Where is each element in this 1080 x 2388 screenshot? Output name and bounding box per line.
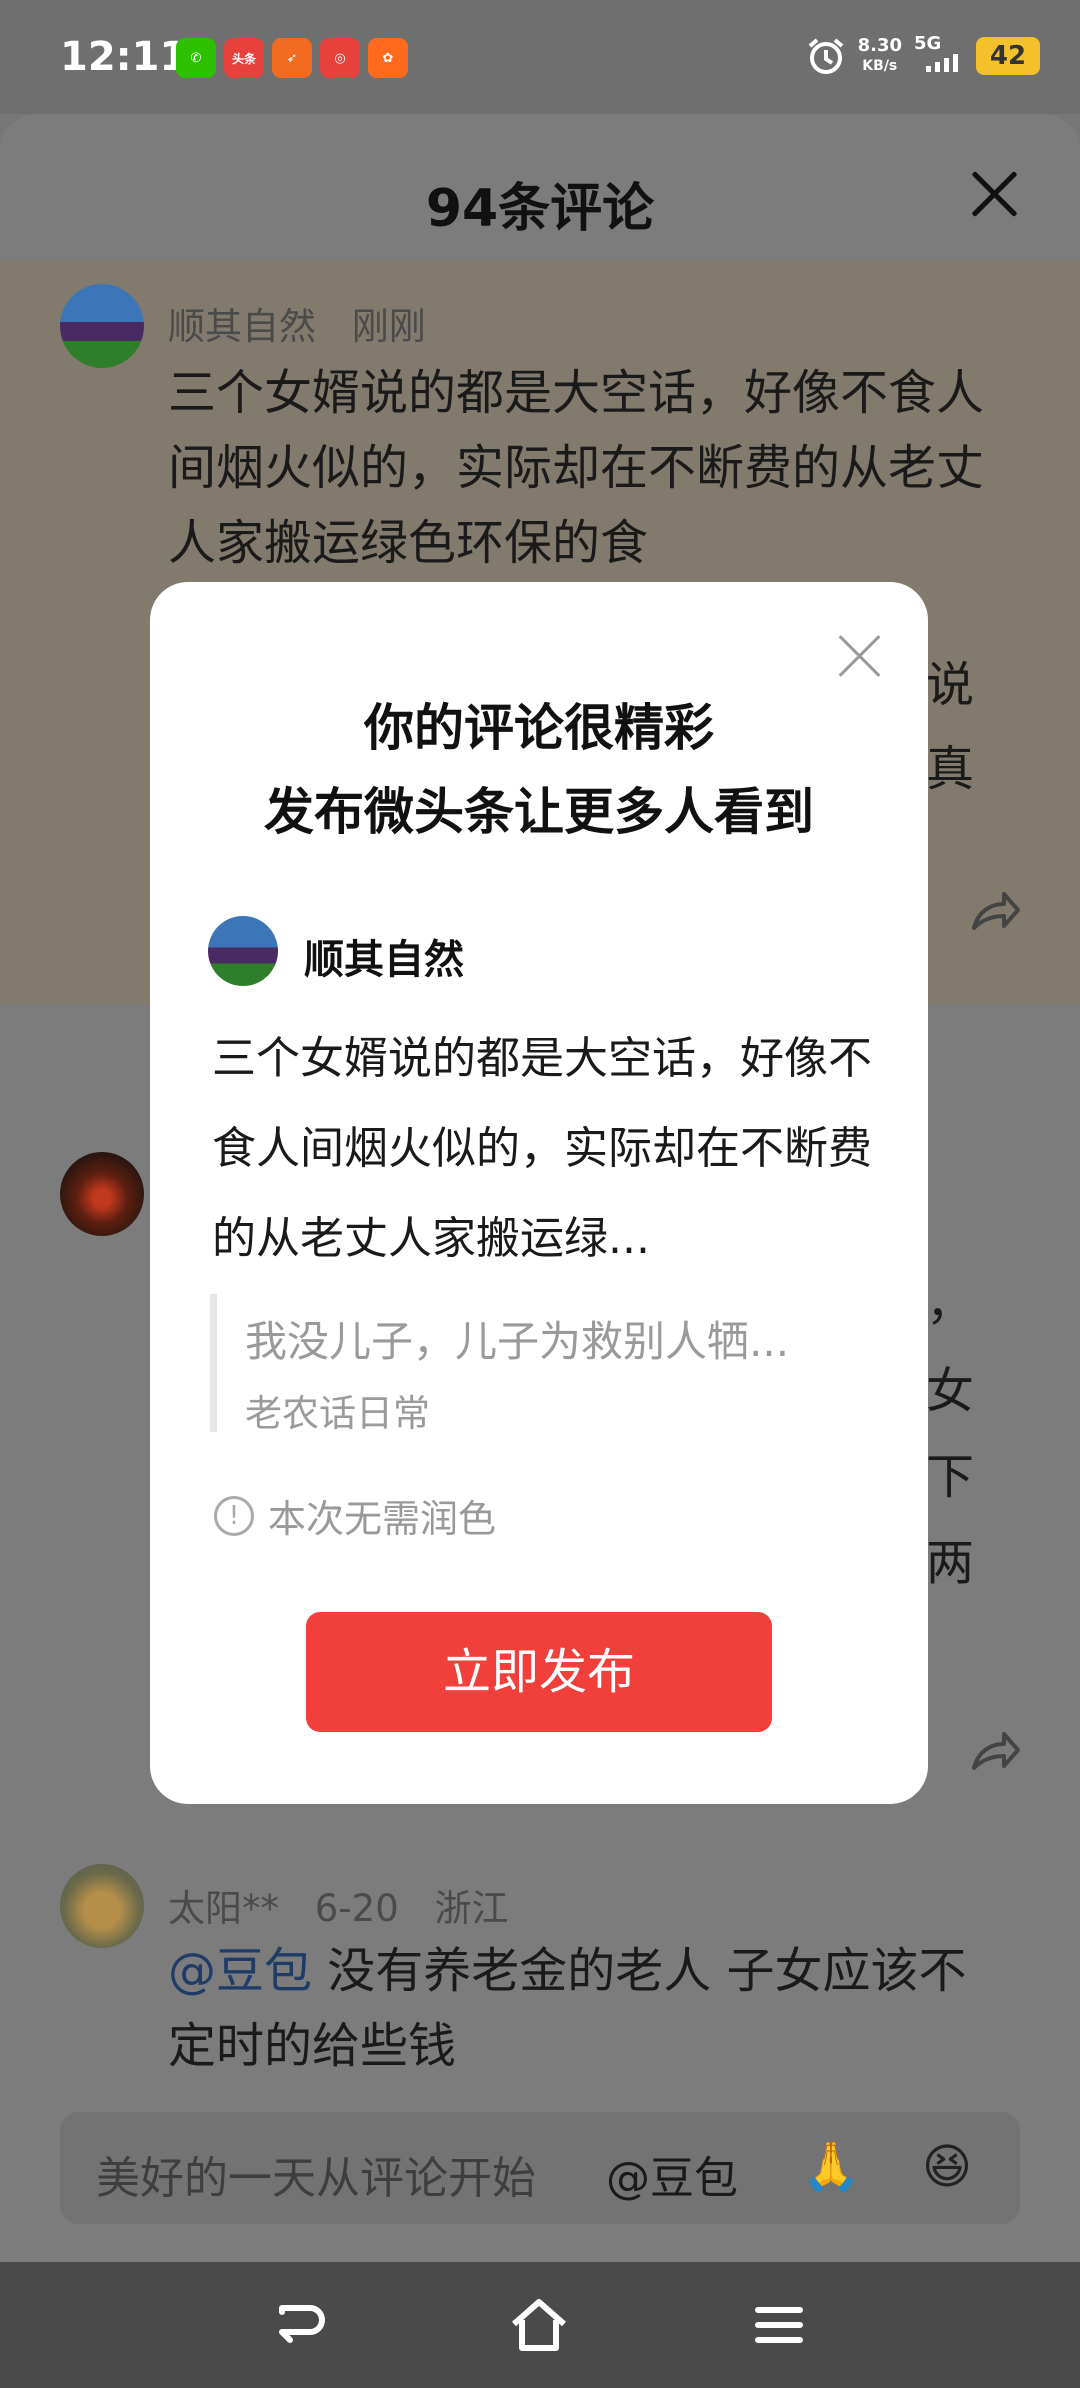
comment-text-fragment: ， bbox=[926, 1275, 975, 1331]
avatar[interactable] bbox=[60, 1152, 144, 1236]
comment-text-fragment: 真 bbox=[926, 741, 975, 797]
alarm-icon bbox=[808, 37, 843, 74]
red-app-icon: ◎ bbox=[320, 38, 360, 78]
laugh-emoji-button[interactable]: 😆 bbox=[916, 2136, 978, 2198]
back-icon[interactable] bbox=[268, 2294, 330, 2356]
dialog-title: 你的评论很精彩 bbox=[364, 699, 714, 757]
signal-indicator: 5G bbox=[914, 34, 964, 77]
dialog-subtitle: 发布微头条让更多人看到 bbox=[264, 783, 814, 841]
comment-input-placeholder: 美好的一天从评论开始 bbox=[96, 2153, 536, 2204]
share-icon[interactable] bbox=[968, 1722, 1022, 1776]
comment-meta: 太阳** 6-20 浙江 bbox=[168, 1878, 533, 1932]
comment-location: 浙江 bbox=[434, 1887, 509, 1930]
quoted-article-title: 我没儿子，儿子为救别人牺... bbox=[245, 1317, 790, 1366]
comment-text: @豆包 没有养老金的老人 子女应该不定时的给些钱 bbox=[168, 1943, 967, 2074]
comment-text-fragment: 女 bbox=[926, 1363, 975, 1419]
comment-text-fragment: 两 bbox=[926, 1535, 975, 1591]
status-bar: 12:11 ✆ 头条 ➶ ◎ ✿ 8.30 KB/s 5G 42 bbox=[0, 0, 1080, 114]
toutiao-icon: 头条 bbox=[224, 38, 264, 78]
avatar bbox=[208, 916, 278, 986]
dialog-username: 顺其自然 bbox=[304, 937, 464, 983]
comment-item[interactable]: 太阳** 6-20 浙江 @豆包 没有养老金的老人 子女应该不定时的给些钱 bbox=[0, 1854, 1080, 2154]
close-icon[interactable] bbox=[968, 168, 1020, 220]
battery-indicator: 42 bbox=[976, 36, 1040, 75]
dialog-comment-text: 三个女婿说的都是大空话，好像不食人间烟火似的，实际却在不断费的从老丈人家搬运绿.… bbox=[212, 1033, 872, 1264]
status-time: 12:11 bbox=[60, 34, 188, 80]
signal-bars-icon bbox=[926, 54, 958, 72]
wechat-icon: ✆ bbox=[176, 38, 216, 78]
home-icon[interactable] bbox=[508, 2294, 570, 2356]
orange-app-icon: ✿ bbox=[368, 38, 408, 78]
comment-text-fragment: 说 bbox=[926, 657, 975, 713]
net-speed: 8.30 KB/s bbox=[857, 34, 902, 74]
mention-button[interactable]: @豆包 bbox=[606, 2142, 738, 2206]
info-icon: ! bbox=[214, 1495, 254, 1536]
comment-time: 刚刚 bbox=[351, 305, 426, 348]
menu-icon[interactable] bbox=[748, 2294, 810, 2356]
pray-emoji-button[interactable]: 🙏 bbox=[800, 2136, 862, 2198]
avatar[interactable] bbox=[60, 1864, 144, 1948]
comment-input[interactable]: 美好的一天从评论开始 @豆包 🙏 😆 bbox=[60, 2112, 1020, 2224]
avatar[interactable] bbox=[60, 284, 144, 368]
navigation-bar bbox=[0, 2262, 1080, 2388]
notification-icons: ✆ 头条 ➶ ◎ ✿ bbox=[176, 38, 408, 78]
polish-hint: ! 本次无需润色 bbox=[214, 1488, 496, 1543]
publish-dialog: 你的评论很精彩 发布微头条让更多人看到 顺其自然 三个女婿说的都是大空话，好像不… bbox=[150, 582, 928, 1804]
comment-username[interactable]: 顺其自然 bbox=[168, 305, 316, 348]
quoted-article[interactable]: 我没儿子，儿子为救别人牺... 老农话日常 bbox=[210, 1294, 870, 1432]
comment-username[interactable]: 太阳** bbox=[168, 1887, 279, 1930]
comment-time: 6-20 bbox=[314, 1887, 399, 1930]
status-right: 8.30 KB/s 5G 42 bbox=[806, 34, 1040, 77]
sheet-header: 94条评论 bbox=[0, 114, 1080, 260]
send-app-icon: ➶ bbox=[272, 38, 312, 78]
comment-meta: 顺其自然 刚刚 bbox=[168, 296, 450, 350]
sheet-title: 94条评论 bbox=[425, 179, 655, 239]
comment-text-fragment: 下 bbox=[926, 1449, 975, 1505]
quoted-article-source: 老农话日常 bbox=[245, 1392, 430, 1432]
share-icon[interactable] bbox=[968, 882, 1022, 936]
polish-hint-text: 本次无需润色 bbox=[268, 1497, 497, 1541]
mention-link[interactable]: @豆包 bbox=[168, 1943, 312, 1999]
comment-text: 三个女婿说的都是大空话，好像不食人间烟火似的，实际却在不断费的从老丈人家搬运绿色… bbox=[168, 365, 985, 571]
dialog-close-icon[interactable] bbox=[838, 634, 882, 678]
publish-button[interactable]: 立即发布 bbox=[306, 1612, 772, 1732]
